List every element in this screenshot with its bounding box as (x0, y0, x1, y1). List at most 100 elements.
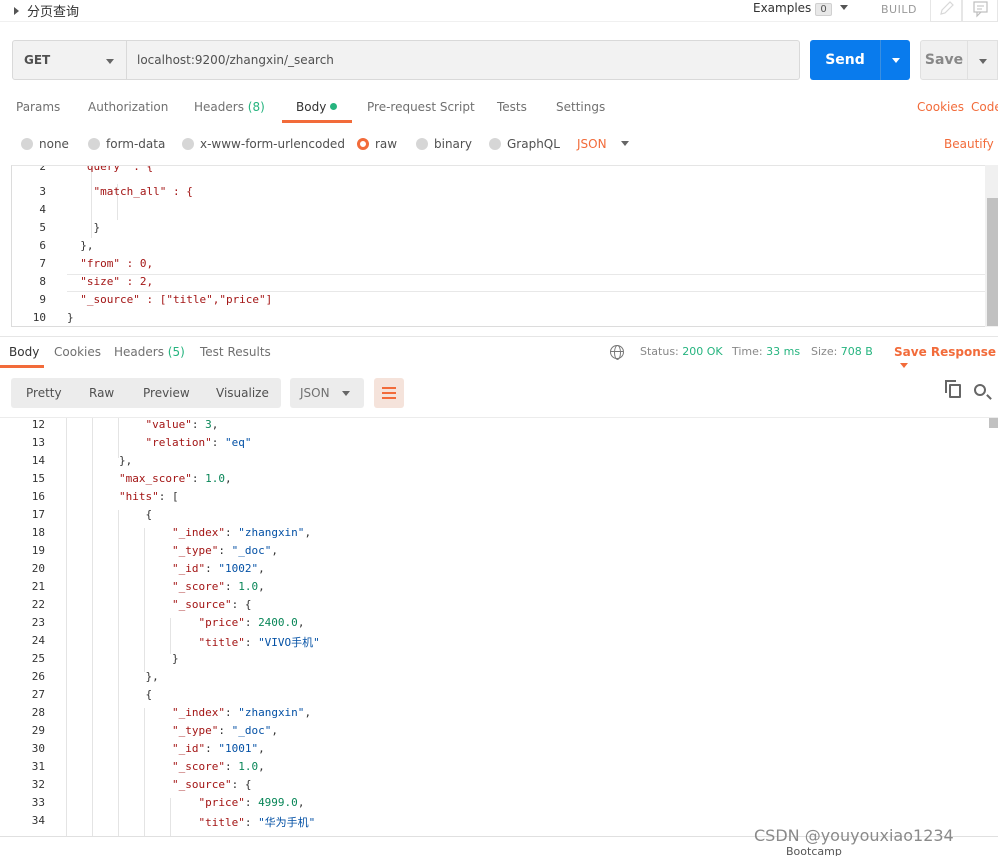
view-raw-button[interactable]: Raw (89, 386, 114, 400)
line-number: 26 (31, 670, 45, 683)
line-number: 27 (31, 688, 45, 701)
tab-params[interactable]: Params (16, 100, 60, 114)
line-number: 32 (31, 778, 45, 791)
code-line: "hits": [ (118, 490, 179, 503)
view-preview-button[interactable]: Preview (143, 386, 190, 400)
chevron-down-icon (839, 5, 848, 10)
response-format-select[interactable]: JSON (290, 378, 364, 408)
send-button[interactable]: Send (810, 40, 880, 80)
globe-icon[interactable] (610, 345, 624, 360)
code-line: "price": 2400.0, (198, 616, 305, 629)
line-number: 16 (31, 490, 45, 503)
response-body-viewer[interactable]: 12 "value": 3, 13 "relation": "eq" 14 }, 15… (0, 417, 998, 837)
code-line-text: "_source" : ["title","price"] (67, 293, 273, 306)
tab-settings[interactable]: Settings (556, 100, 605, 114)
save-options-dropdown[interactable] (968, 40, 998, 80)
code-line: "_score": 1.0, (171, 580, 265, 593)
response-tab-body[interactable]: Body (9, 345, 39, 359)
body-type-none[interactable]: none (21, 137, 69, 151)
send-options-dropdown[interactable] (880, 40, 910, 80)
examples-label: Examples (753, 1, 812, 15)
tab-label: Params (16, 100, 61, 114)
code-line: "query" : { (67, 165, 154, 173)
chevron-down-icon (900, 363, 908, 368)
beautify-link[interactable]: Beautify (944, 137, 994, 151)
size-readout: Size: 708 B (811, 345, 873, 358)
tab-body[interactable]: Body (296, 100, 338, 114)
line-number: 10 (32, 311, 46, 324)
method-select[interactable]: GET (12, 40, 127, 80)
radio-label: binary (434, 137, 472, 151)
tab-label: Tests (497, 100, 527, 114)
save-button[interactable]: Save (920, 40, 968, 80)
expand-caret-icon[interactable] (14, 7, 19, 15)
search-icon[interactable] (974, 384, 986, 396)
wrap-lines-button[interactable] (374, 378, 404, 408)
code-line-text: "from" : 0, (67, 257, 154, 270)
code-line: "_type": "_doc", (171, 544, 278, 557)
code-line-text: "query" : { (67, 165, 154, 173)
line-number: 8 (39, 275, 46, 288)
code-line: "value": 3, (145, 418, 219, 431)
body-format-select[interactable]: JSON (577, 137, 629, 151)
response-scrollbar-thumb[interactable] (989, 418, 998, 428)
line-number: 19 (31, 544, 45, 557)
line-number: 2 (39, 165, 46, 173)
line-number: 4 (39, 203, 46, 216)
examples-dropdown[interactable]: Examples 0 (753, 1, 848, 16)
cookies-link[interactable]: Cookies (917, 100, 964, 114)
tab-authorization[interactable]: Authorization (88, 100, 168, 114)
scrollbar-thumb[interactable] (987, 198, 998, 326)
active-tab-indicator (0, 365, 44, 368)
code-line: "_source": { (171, 778, 252, 791)
examples-count-badge: 0 (815, 3, 832, 16)
radio-icon (489, 138, 501, 150)
save-response-button[interactable]: Save Response (894, 345, 998, 373)
radio-label: form-data (106, 137, 166, 151)
code-line: "_index": "zhangxin", (171, 526, 312, 539)
body-type-form-data[interactable]: form-data (88, 137, 165, 151)
code-link[interactable]: Code (971, 100, 998, 114)
edit-button[interactable] (930, 0, 962, 22)
view-visualize-button[interactable]: Visualize (216, 386, 269, 400)
code-line: } (67, 311, 74, 324)
response-tab-headers[interactable]: Headers (5) (114, 345, 185, 359)
chevron-down-icon (106, 59, 114, 64)
request-name[interactable]: 分页查询 (14, 1, 79, 20)
comments-button[interactable] (962, 0, 998, 22)
build-button[interactable]: BUILD (881, 3, 917, 16)
time-readout: Time: 33 ms (732, 345, 800, 358)
divider (0, 336, 998, 337)
time-value: 33 ms (766, 345, 801, 358)
response-tab-cookies[interactable]: Cookies (54, 345, 101, 359)
radio-icon (21, 138, 33, 150)
radio-icon (182, 138, 194, 150)
body-type-raw[interactable]: raw (357, 137, 397, 151)
method-value: GET (24, 53, 51, 67)
body-type-urlencoded[interactable]: x-www-form-urlencoded (182, 137, 345, 151)
tab-pre-request-script[interactable]: Pre-request Script (367, 100, 475, 114)
line-number: 13 (31, 436, 45, 449)
line-number: 14 (31, 454, 45, 467)
tab-headers[interactable]: Headers (8) (194, 100, 265, 114)
watermark: CSDN @youyouxiao1234 (754, 826, 954, 845)
tab-tests[interactable]: Tests (497, 100, 527, 114)
code-line: { (66, 508, 153, 521)
copy-icon[interactable] (945, 380, 961, 398)
body-format-value: JSON (577, 137, 607, 151)
url-input[interactable]: localhost:9200/zhangxin/_search (126, 40, 800, 80)
radio-icon (88, 138, 100, 150)
tab-label: Body (296, 100, 327, 114)
request-body-editor[interactable]: 2 "query" : { 3 "match_all" : { 4 5 } 6 … (11, 165, 987, 327)
bootcamp-link[interactable]: Bootcamp (786, 845, 842, 856)
pencil-icon (940, 1, 954, 15)
line-number: 28 (31, 706, 45, 719)
code-line: { (66, 688, 153, 701)
body-type-binary[interactable]: binary (416, 137, 472, 151)
tab-label: Body (9, 345, 40, 359)
comment-icon (973, 1, 988, 18)
body-type-graphql[interactable]: GraphQL (489, 137, 560, 151)
response-tab-test-results[interactable]: Test Results (200, 345, 271, 359)
tab-label: Test Results (200, 345, 271, 359)
view-pretty-button[interactable]: Pretty (26, 386, 62, 400)
